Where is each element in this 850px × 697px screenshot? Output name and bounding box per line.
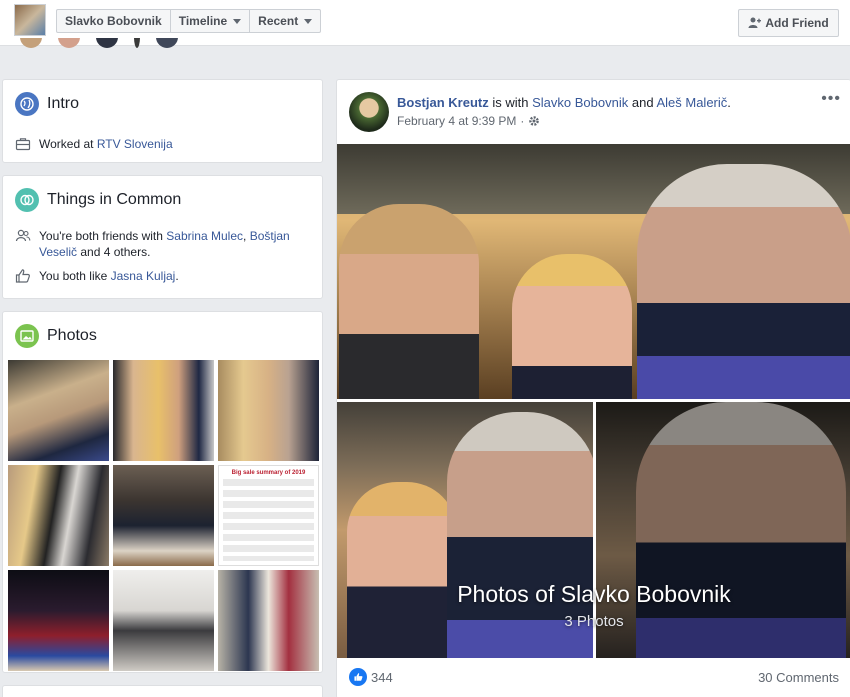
like-prefix: You both like bbox=[39, 269, 108, 283]
avatar[interactable] bbox=[58, 38, 80, 48]
post-photo-main[interactable] bbox=[337, 144, 850, 399]
recent-label: Recent bbox=[258, 14, 299, 28]
work-place-link[interactable]: RTV Slovenija bbox=[97, 137, 173, 151]
comments-count-link[interactable]: 30 Comments bbox=[758, 670, 839, 685]
photo-thumbnail[interactable] bbox=[113, 465, 214, 566]
avatar[interactable] bbox=[96, 38, 118, 48]
with-text: is with bbox=[492, 95, 529, 110]
like-suffix: . bbox=[175, 269, 179, 283]
next-card bbox=[2, 685, 323, 697]
period: . bbox=[727, 95, 731, 110]
meta-dot: · bbox=[520, 114, 525, 128]
photo-thumbnail[interactable] bbox=[8, 570, 109, 671]
add-friend-label: Add Friend bbox=[765, 16, 829, 30]
friends-suffix: and 4 others. bbox=[80, 245, 151, 259]
mutual-likes-text: You both like Jasna Kuljaj. bbox=[39, 268, 179, 284]
chevron-down-icon bbox=[304, 18, 313, 24]
add-friend-button[interactable]: Add Friend bbox=[738, 9, 839, 37]
album-title[interactable]: Photos of Slavko Bobovnik bbox=[337, 581, 850, 608]
mutual-friends-text: You're both friends with Sabrina Mulec, … bbox=[39, 228, 315, 260]
tagged-person-link[interactable]: Slavko Bobovnik bbox=[532, 95, 628, 110]
separator: , bbox=[243, 229, 247, 243]
avatar[interactable] bbox=[134, 38, 140, 48]
profile-name-button[interactable]: Slavko Bobovnik bbox=[57, 10, 171, 32]
album-photo-count: 3 Photos bbox=[564, 613, 624, 630]
sale-image-title: Big sale summary of 2019 bbox=[231, 470, 306, 476]
and-text: and bbox=[631, 95, 654, 110]
avatar[interactable] bbox=[20, 38, 42, 48]
intro-card: Intro Worked at RTV Slovenija bbox=[2, 79, 323, 163]
timeline-dropdown[interactable]: Timeline bbox=[171, 10, 251, 32]
work-text: Worked at RTV Slovenija bbox=[39, 136, 173, 152]
globe-icon bbox=[15, 92, 39, 116]
liked-page-link[interactable]: Jasna Kuljaj bbox=[111, 269, 176, 283]
gear-icon[interactable] bbox=[528, 115, 540, 127]
add-person-icon bbox=[748, 17, 762, 28]
friends-prefix: You're both friends with bbox=[39, 229, 163, 243]
post-card: Bostjan Kreutz is with Slavko Bobovnik a… bbox=[336, 79, 850, 697]
profile-header-bar: Slavko Bobovnik Timeline Recent Add Frie… bbox=[0, 0, 850, 48]
profile-thumbnail[interactable] bbox=[14, 4, 46, 36]
photo-thumbnail[interactable] bbox=[113, 360, 214, 461]
friends-icon bbox=[15, 229, 31, 242]
avatar[interactable] bbox=[156, 38, 178, 48]
post-options-button[interactable]: ••• bbox=[821, 90, 841, 108]
sale-summary-thumbnail[interactable]: Big sale summary of 2019 bbox=[218, 465, 319, 566]
reactions-summary[interactable]: 344 bbox=[349, 668, 393, 686]
mutual-friend-link[interactable]: Sabrina Mulec bbox=[166, 229, 243, 243]
briefcase-icon bbox=[15, 138, 31, 151]
sale-table-graphic bbox=[223, 479, 314, 561]
photos-card: Photos Big sale summary of 2019 bbox=[2, 311, 323, 673]
recent-dropdown[interactable]: Recent bbox=[250, 10, 320, 32]
post-timestamp[interactable]: February 4 at 9:39 PM bbox=[397, 114, 516, 128]
post-author-avatar[interactable] bbox=[349, 92, 389, 132]
photo-thumbnail[interactable] bbox=[218, 360, 319, 461]
post-header-text: Bostjan Kreutz is with Slavko Bobovnik a… bbox=[397, 95, 731, 110]
photo-thumbnail[interactable] bbox=[8, 465, 109, 566]
chevron-down-icon bbox=[233, 18, 242, 24]
like-reaction-icon bbox=[349, 668, 367, 686]
link-icon bbox=[15, 188, 39, 212]
work-prefix: Worked at bbox=[39, 137, 94, 151]
timeline-label: Timeline bbox=[178, 14, 228, 28]
photos-title: Photos bbox=[47, 327, 97, 344]
image-icon bbox=[15, 324, 39, 348]
things-in-common-title: Things in Common bbox=[47, 191, 182, 208]
things-in-common-card: Things in Common You're both friends wit… bbox=[2, 175, 323, 299]
tagged-person-link[interactable]: Aleš Malerič bbox=[656, 95, 727, 110]
like-count: 344 bbox=[371, 669, 393, 685]
post-author-link[interactable]: Bostjan Kreutz bbox=[397, 95, 489, 110]
profile-name-label: Slavko Bobovnik bbox=[65, 14, 162, 28]
thumbs-up-icon bbox=[15, 269, 30, 283]
intro-title: Intro bbox=[47, 95, 80, 112]
photo-thumbnail[interactable] bbox=[8, 360, 109, 461]
friends-avatar-strip bbox=[20, 38, 178, 50]
photo-thumbnail[interactable] bbox=[218, 570, 319, 671]
post-meta: February 4 at 9:39 PM · bbox=[397, 114, 540, 128]
photo-thumbnail[interactable] bbox=[113, 570, 214, 671]
breadcrumb: Slavko Bobovnik Timeline Recent bbox=[56, 9, 322, 33]
photo-grid: Big sale summary of 2019 bbox=[8, 360, 319, 671]
